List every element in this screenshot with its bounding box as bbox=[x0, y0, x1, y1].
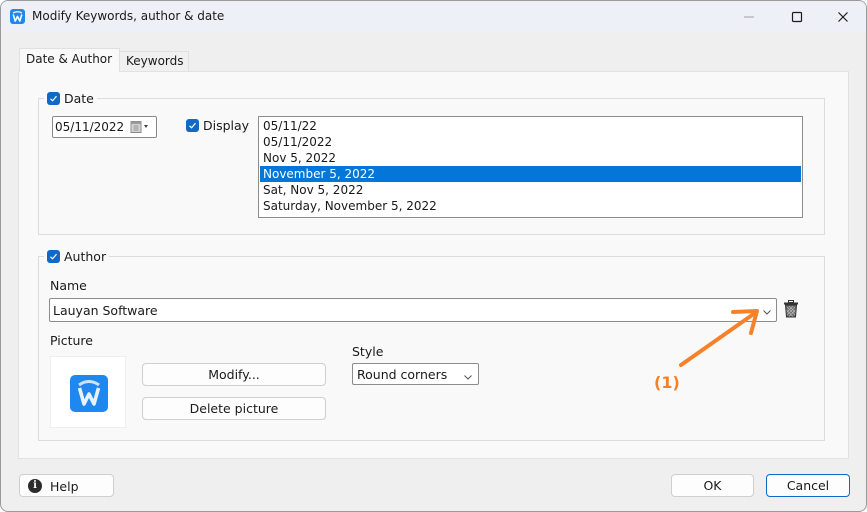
app-logo-icon bbox=[10, 9, 25, 24]
style-label: Style bbox=[352, 344, 384, 359]
author-checkbox-label: Author bbox=[64, 248, 107, 264]
author-name-combobox[interactable]: Lauyan Software bbox=[49, 298, 777, 322]
style-value: Round corners bbox=[357, 367, 448, 382]
calendar-dropdown-icon[interactable] bbox=[130, 120, 154, 134]
checkbox-checked-icon bbox=[47, 249, 60, 263]
info-icon: i bbox=[28, 479, 42, 493]
date-format-list[interactable]: 05/11/22 05/11/2022 Nov 5, 2022 November… bbox=[258, 116, 803, 218]
tab-keywords[interactable]: Keywords bbox=[119, 51, 189, 72]
close-button[interactable] bbox=[820, 1, 866, 32]
delete-picture-button[interactable]: Delete picture bbox=[142, 397, 326, 420]
picture-style-select[interactable]: Round corners bbox=[352, 363, 479, 385]
author-picture bbox=[50, 356, 126, 428]
chevron-down-icon bbox=[463, 370, 473, 384]
author-name-value: Lauyan Software bbox=[53, 303, 158, 318]
date-format-option[interactable]: 05/11/2022 bbox=[260, 134, 801, 150]
ok-button[interactable]: OK bbox=[671, 474, 754, 497]
annotation-label: (1) bbox=[654, 373, 680, 392]
date-checkbox[interactable]: Date bbox=[44, 90, 97, 106]
date-format-option-selected[interactable]: November 5, 2022 bbox=[260, 166, 801, 182]
date-format-option[interactable]: 05/11/22 bbox=[260, 118, 801, 134]
display-checkbox-label: Display bbox=[203, 118, 250, 133]
window-title: Modify Keywords, author & date bbox=[32, 9, 225, 23]
date-format-option[interactable]: Sat, Nov 5, 2022 bbox=[260, 182, 801, 198]
help-button-label: Help bbox=[50, 479, 79, 494]
date-checkbox-label: Date bbox=[64, 90, 94, 106]
annotation-arrow-icon bbox=[671, 301, 771, 374]
title-bar: Modify Keywords, author & date bbox=[1, 1, 866, 32]
picture-label: Picture bbox=[50, 333, 93, 348]
date-format-option[interactable]: Nov 5, 2022 bbox=[260, 150, 801, 166]
minimize-button[interactable] bbox=[726, 1, 772, 32]
author-checkbox[interactable]: Author bbox=[44, 248, 110, 264]
help-button[interactable]: i Help bbox=[19, 474, 114, 497]
checkbox-checked-icon bbox=[47, 91, 60, 105]
cancel-button[interactable]: Cancel bbox=[766, 474, 850, 497]
display-checkbox[interactable]: Display bbox=[186, 118, 249, 133]
maximize-button[interactable] bbox=[774, 1, 820, 32]
tab-date-author[interactable]: Date & Author bbox=[19, 48, 120, 72]
author-logo-icon bbox=[70, 375, 108, 412]
date-value: 05/11/2022 bbox=[55, 120, 125, 134]
dialog-window: Modify Keywords, author & date Date & Au… bbox=[0, 0, 867, 512]
modify-picture-button[interactable]: Modify... bbox=[142, 363, 326, 386]
checkbox-checked-icon bbox=[186, 119, 199, 132]
trash-icon[interactable] bbox=[783, 300, 799, 318]
date-format-option[interactable]: Saturday, November 5, 2022 bbox=[260, 198, 801, 214]
date-picker[interactable]: 05/11/2022 bbox=[52, 116, 157, 138]
name-label: Name bbox=[50, 278, 87, 293]
